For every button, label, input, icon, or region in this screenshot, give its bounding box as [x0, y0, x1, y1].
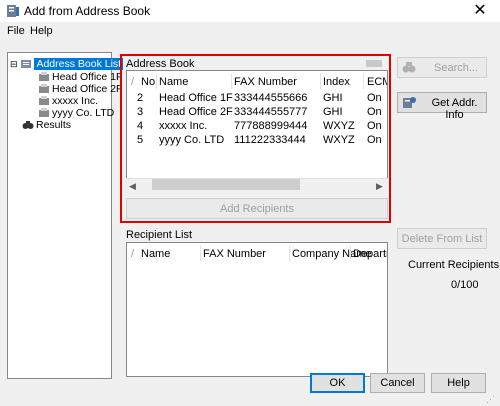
cell-fax: 333444555777 [234, 106, 308, 118]
tree-item-label: Address Book List [34, 58, 124, 70]
table-row[interactable]: 2 Head Office 1F 333444555666 GHI On [127, 91, 387, 105]
column-header-name[interactable]: Name [159, 75, 188, 89]
collapse-icon[interactable]: ⊟ [10, 59, 18, 69]
column-divider [350, 245, 351, 261]
column-divider [289, 245, 290, 261]
table-row[interactable]: 5 yyyy Co. LTD 111222333444 WXYZ On [127, 133, 387, 147]
address-book-group-label: Address Book [126, 58, 195, 70]
menu-bar: File Help [0, 22, 500, 40]
tree-item-label: Results [36, 119, 72, 131]
menu-help[interactable]: Help [30, 25, 53, 37]
column-divider [363, 73, 364, 89]
table-row[interactable]: 3 Head Office 2F 333444555777 GHI On [127, 105, 387, 119]
cell-no: 5 [137, 134, 144, 146]
current-recipients-label: Current Recipients [408, 259, 500, 271]
column-divider [320, 73, 321, 89]
column-header-index[interactable]: Index [323, 75, 350, 89]
cell-fax: 111222333444 [234, 134, 306, 146]
cell-no: 2 [137, 92, 144, 104]
resize-grip-icon[interactable]: ⋰ [486, 394, 495, 405]
address-book-tree[interactable]: ⊟ Address Book List Head Office 1F Head … [7, 52, 124, 379]
address-info-icon [403, 97, 416, 108]
tree-item-address-book-list[interactable]: ⊟ Address Book List [10, 57, 124, 71]
search-label: Search... [434, 62, 479, 74]
help-button[interactable]: Help [431, 373, 486, 393]
recipient-list-label: Recipient List [126, 229, 193, 241]
cell-fax: 333444555666 [234, 92, 308, 104]
column-header-fax-number[interactable]: FAX Number [234, 75, 297, 89]
scroll-left-icon[interactable]: ◀ [129, 181, 136, 192]
binoculars-icon [22, 121, 34, 130]
close-icon[interactable]: ✕ [470, 2, 490, 20]
get-addr-info-button[interactable]: Get Addr. Info [397, 92, 487, 121]
cell-ecm: On [367, 106, 382, 118]
scrollbar-thumb[interactable] [152, 179, 300, 190]
scroll-right-icon[interactable]: ▶ [376, 181, 383, 192]
column-header-fax-number[interactable]: FAX Number [203, 247, 266, 261]
cell-name: Head Office 1F [159, 92, 233, 104]
cell-no: 3 [137, 106, 144, 118]
cell-index: WXYZ [323, 134, 355, 146]
address-book-table[interactable]: / No. Name FAX Number Index ECM 2 Head O… [126, 70, 388, 192]
fax-contact-icon [39, 72, 49, 82]
cell-index: WXYZ [323, 120, 355, 132]
fax-contact-icon [39, 84, 49, 94]
column-divider [200, 245, 201, 261]
address-book-icon [21, 60, 32, 69]
cell-no: 4 [137, 120, 144, 132]
fax-contact-icon [39, 108, 49, 118]
column-divider [156, 73, 157, 89]
current-recipients-count: 0/100 [451, 279, 479, 291]
tree-item-results[interactable]: Results [22, 118, 71, 132]
header-handle: / [131, 76, 135, 88]
cell-ecm: On [367, 134, 382, 146]
binoculars-icon [402, 62, 416, 73]
cell-name: Head Office 2F [159, 106, 233, 118]
cell-index: GHI [323, 106, 343, 118]
recipient-list-table[interactable]: / Name FAX Number Company Name Departmer [126, 242, 388, 377]
window-title: Add from Address Book [24, 4, 151, 18]
delete-from-list-button[interactable]: Delete From List [397, 228, 487, 249]
get-addr-info-label: Get Addr. Info [431, 97, 478, 121]
menu-file[interactable]: File [7, 25, 25, 37]
column-divider [231, 73, 232, 89]
cell-name: xxxxx Inc. [159, 120, 208, 132]
cell-fax: 777888999444 [234, 120, 308, 132]
column-header-ecm[interactable]: ECM [367, 75, 387, 89]
header-handle: / [131, 248, 135, 260]
cell-index: GHI [323, 92, 343, 104]
column-header-department[interactable]: Departmer [353, 247, 387, 261]
cancel-button[interactable]: Cancel [370, 373, 425, 393]
ok-button[interactable]: OK [310, 373, 365, 393]
column-header-name[interactable]: Name [141, 247, 170, 261]
table-row[interactable]: 4 xxxxx Inc. 777888999444 WXYZ On [127, 119, 387, 133]
title-bar: Add from Address Book ✕ [0, 0, 500, 22]
search-button[interactable]: Search... [397, 57, 487, 78]
scroll-indicator [366, 60, 382, 67]
cell-ecm: On [367, 92, 382, 104]
address-book-icon [7, 5, 19, 17]
fax-contact-icon [39, 96, 49, 106]
cell-ecm: On [367, 120, 382, 132]
add-recipients-button[interactable]: Add Recipients [126, 198, 388, 219]
cell-name: yyyy Co. LTD [159, 134, 225, 146]
